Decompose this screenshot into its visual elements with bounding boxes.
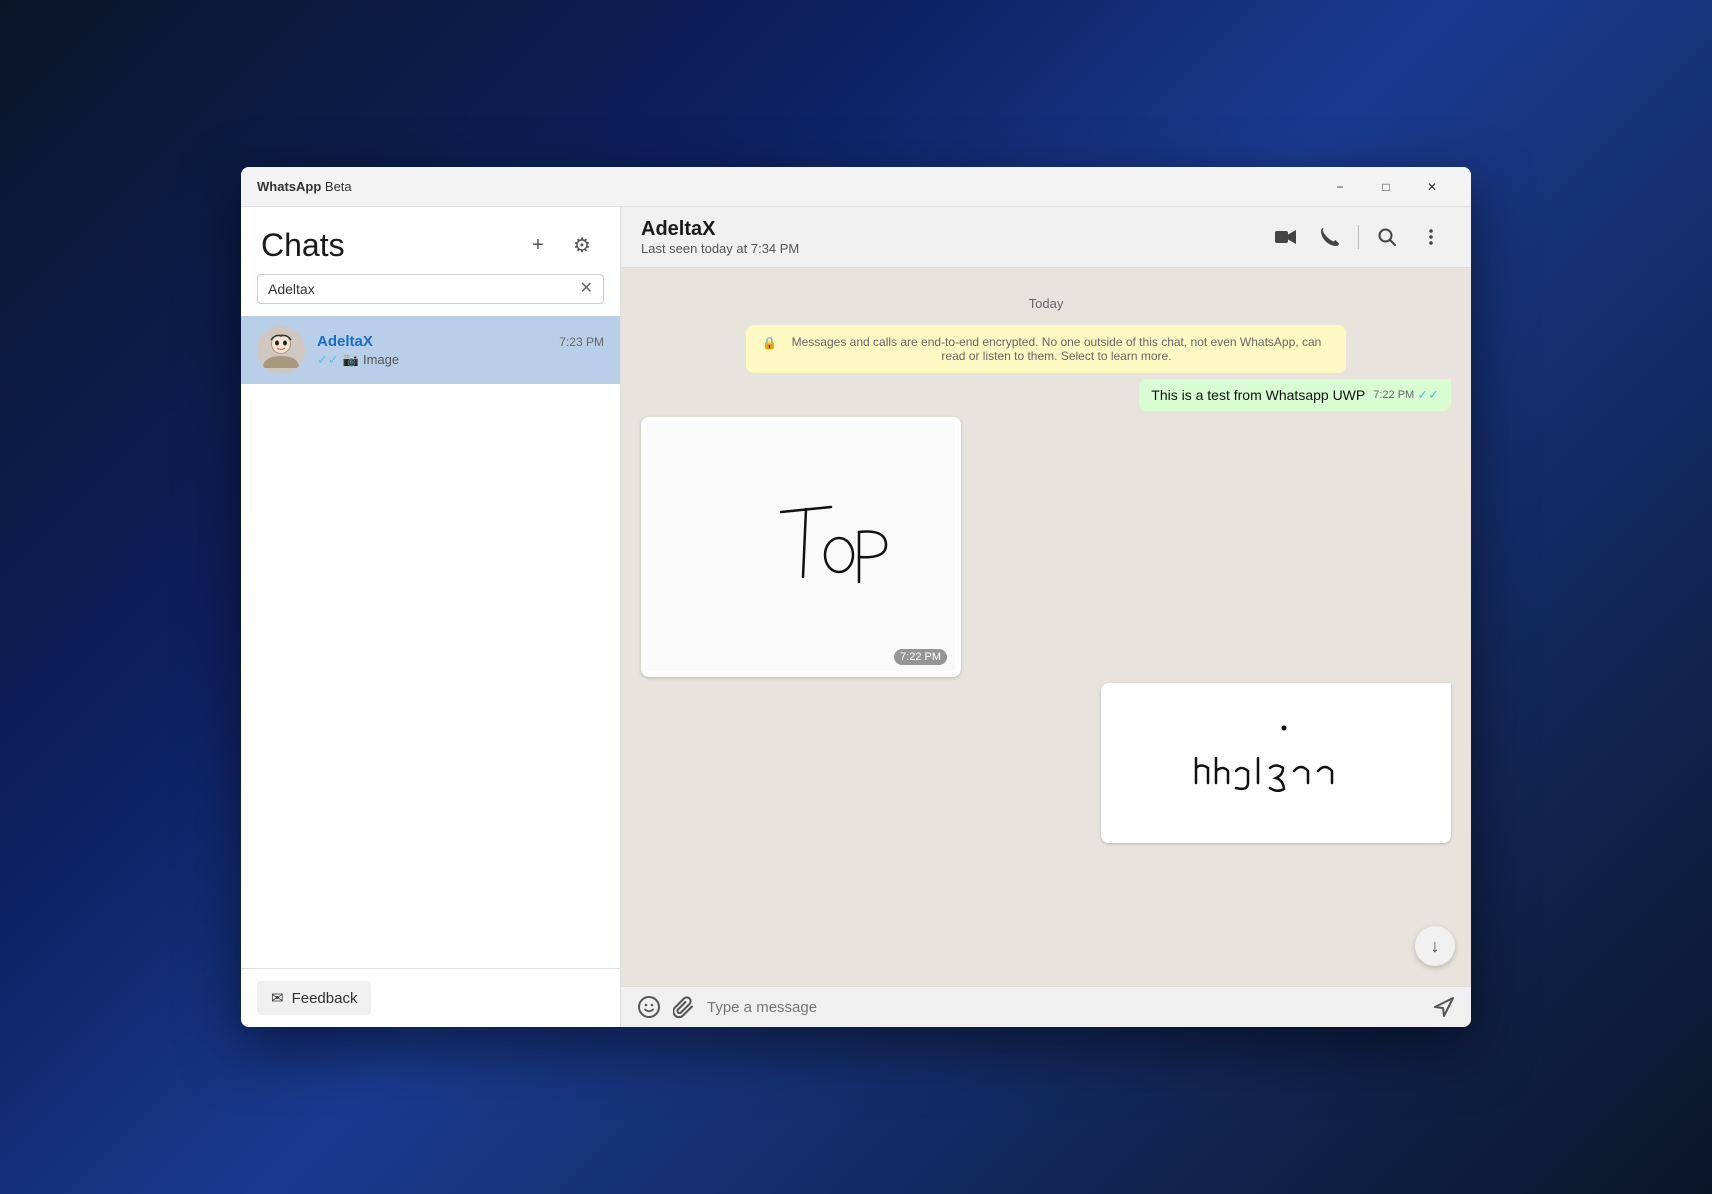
sidebar-header-actions: + ⚙ bbox=[520, 228, 600, 264]
window-title: WhatsApp Beta bbox=[257, 179, 1317, 194]
search-wrapper: ✕ bbox=[257, 274, 604, 304]
send-button[interactable] bbox=[1433, 996, 1455, 1018]
camera-icon: 📷 bbox=[343, 352, 359, 368]
chat-area: AdeltaX Last seen today at 7:34 PM bbox=[621, 207, 1471, 1027]
handwriting-svg bbox=[701, 477, 901, 617]
message-time: 7:22 PM bbox=[1373, 389, 1414, 401]
outgoing-image-message bbox=[1101, 683, 1451, 843]
header-divider bbox=[1358, 225, 1359, 249]
search-bar: ✕ bbox=[241, 274, 620, 316]
maximize-button[interactable]: □ bbox=[1363, 171, 1409, 203]
chat-item-preview: ✓✓ 📷 Image bbox=[317, 352, 604, 368]
sidebar: Chats + ⚙ ✕ bbox=[241, 207, 621, 1027]
chat-list: AdeltaX 7:23 PM ✓✓ 📷 Image bbox=[241, 316, 620, 968]
app-window: WhatsApp Beta − □ ✕ Chats + ⚙ ✕ bbox=[241, 167, 1471, 1027]
new-chat-button[interactable]: + bbox=[520, 228, 556, 264]
chat-list-item[interactable]: AdeltaX 7:23 PM ✓✓ 📷 Image bbox=[241, 316, 620, 384]
message-input-bar bbox=[621, 986, 1471, 1027]
feedback-button[interactable]: ✉ Feedback bbox=[257, 981, 371, 1015]
attachment-button[interactable] bbox=[673, 995, 695, 1019]
outgoing-image-content bbox=[1101, 683, 1451, 843]
search-clear-button[interactable]: ✕ bbox=[580, 281, 593, 297]
sidebar-header: Chats + ⚙ bbox=[241, 207, 620, 274]
message-meta: 7:22 PM ✓✓ bbox=[1373, 387, 1439, 403]
chat-contact-name: AdeltaX bbox=[641, 218, 799, 241]
chat-item-top: AdeltaX 7:23 PM bbox=[317, 333, 604, 350]
chat-header-info: AdeltaX Last seen today at 7:34 PM bbox=[641, 218, 799, 256]
incoming-image-message[interactable]: 7:22 PM bbox=[641, 417, 961, 677]
search-chat-button[interactable] bbox=[1367, 217, 1407, 257]
emoji-button[interactable] bbox=[637, 995, 661, 1019]
date-divider: Today bbox=[641, 296, 1451, 311]
voice-call-button[interactable] bbox=[1310, 217, 1350, 257]
more-options-button[interactable] bbox=[1411, 217, 1451, 257]
feedback-label: Feedback bbox=[292, 990, 358, 1007]
title-bar: WhatsApp Beta − □ ✕ bbox=[241, 167, 1471, 207]
feedback-icon: ✉ bbox=[271, 989, 284, 1007]
image-timestamp: 7:22 PM bbox=[894, 649, 947, 665]
outgoing-text-message: This is a test from Whatsapp UWP 7:22 PM… bbox=[1139, 379, 1451, 411]
message-text: This is a test from Whatsapp UWP bbox=[1151, 387, 1365, 403]
sidebar-title: Chats bbox=[261, 227, 345, 264]
settings-button[interactable]: ⚙ bbox=[564, 228, 600, 264]
chat-header: AdeltaX Last seen today at 7:34 PM bbox=[621, 207, 1471, 268]
chat-header-actions bbox=[1266, 217, 1451, 257]
sidebar-footer: ✉ Feedback bbox=[241, 968, 620, 1027]
minimize-button[interactable]: − bbox=[1317, 171, 1363, 203]
video-call-button[interactable] bbox=[1266, 217, 1306, 257]
chat-last-seen: Last seen today at 7:34 PM bbox=[641, 241, 799, 256]
chat-item-info: AdeltaX 7:23 PM ✓✓ 📷 Image bbox=[317, 333, 604, 368]
avatar bbox=[257, 326, 305, 374]
close-button[interactable]: ✕ bbox=[1409, 171, 1455, 203]
image-content bbox=[647, 423, 955, 671]
chat-item-name: AdeltaX bbox=[317, 333, 373, 350]
double-check-icon: ✓✓ bbox=[317, 352, 339, 368]
chat-item-time: 7:23 PM bbox=[559, 335, 604, 349]
lock-icon: 🔒 bbox=[762, 336, 777, 350]
main-layout: Chats + ⚙ ✕ bbox=[241, 207, 1471, 1027]
window-controls: − □ ✕ bbox=[1317, 171, 1455, 203]
encryption-notice: 🔒 Messages and calls are end-to-end encr… bbox=[746, 325, 1346, 373]
handwriting-hello-svg bbox=[1136, 703, 1416, 823]
search-input[interactable] bbox=[268, 281, 574, 297]
messages-container[interactable]: Today 🔒 Messages and calls are end-to-en… bbox=[621, 268, 1471, 986]
read-receipt-icon: ✓✓ bbox=[1417, 387, 1439, 403]
message-input[interactable] bbox=[707, 999, 1421, 1016]
scroll-to-bottom-button[interactable]: ↓ bbox=[1415, 926, 1455, 966]
